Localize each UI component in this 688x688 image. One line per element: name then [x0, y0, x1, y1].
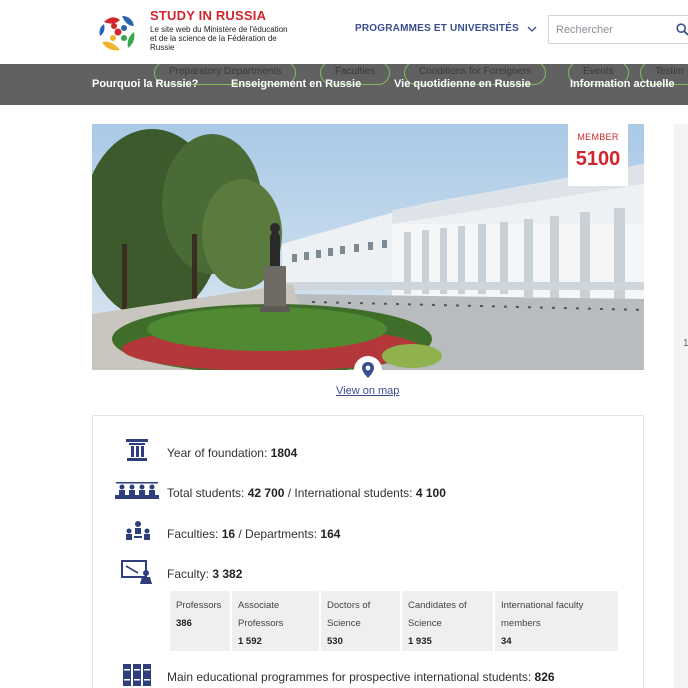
column-pillar-icon [126, 439, 148, 461]
stat-main-programmes: Main educational programmes for prospect… [167, 670, 555, 684]
nav-programmes-label: PROGRAMMES ET UNIVERSITÉS [355, 23, 519, 34]
faculties-people-icon [126, 521, 150, 540]
students-group-icon [115, 482, 159, 499]
stat-year-of-foundation: Year of foundation: 1804 [167, 446, 298, 460]
main-menubar: Preparatory Departments Faculties Condit… [0, 64, 688, 105]
faculty-cell-professors: Professors 386 [170, 591, 230, 651]
right-sidebar [674, 124, 688, 688]
map-pin[interactable] [354, 356, 382, 384]
study-in-russia-logo-icon[interactable] [94, 8, 142, 56]
search-box [548, 15, 688, 44]
member-5100-badge[interactable]: MEMBER 5100 [568, 124, 628, 186]
logo-title[interactable]: STUDY IN RUSSIA [150, 8, 266, 23]
member-label: MEMBER [577, 132, 619, 142]
member-number: 5100 [576, 148, 621, 170]
stat-faculties-departments: Faculties: 16 / Departments: 164 [167, 527, 341, 541]
faculty-cell-candidates-of-science: Candidates of Science 1 935 [402, 591, 493, 651]
menu-item-information-actuelle[interactable]: Information actuelle [570, 78, 675, 90]
faculty-cell-doctors-of-science: Doctors of Science 530 [321, 591, 400, 651]
stat-faculty-count: Faculty: 3 382 [167, 567, 243, 581]
menu-item-vie-quotidienne[interactable]: Vie quotidienne en Russie [394, 78, 531, 90]
search-icon[interactable] [676, 23, 688, 36]
logo-subtitle: Le site web du Ministère de l'éducation … [150, 25, 288, 52]
university-building-image [92, 124, 644, 370]
search-input[interactable] [549, 16, 669, 43]
university-photo: MEMBER 5100 [92, 124, 644, 370]
chevron-down-icon [527, 26, 537, 32]
menu-item-pourquoi-la-russie[interactable]: Pourquoi la Russie? [92, 78, 198, 90]
faculty-cell-associate-professors: Associate Professors 1 592 [232, 591, 319, 651]
map-pin-icon [362, 362, 374, 378]
books-icon [123, 664, 151, 686]
5100-logo-icon: 5100 [572, 146, 624, 170]
stat-total-students: Total students: 42 700 / International s… [167, 486, 446, 500]
teacher-board-icon [121, 560, 152, 584]
right-sidebar-number: 1 [683, 338, 688, 349]
faculty-cell-international-faculty: International faculty members 34 [495, 591, 618, 651]
menu-item-enseignement-en-russie[interactable]: Enseignement en Russie [231, 78, 361, 90]
site-header: STUDY IN RUSSIA Le site web du Ministère… [0, 0, 688, 64]
faculty-breakdown-table: Professors 386 Associate Professors 1 592 … [170, 591, 618, 651]
nav-programmes-dropdown[interactable]: PROGRAMMES ET UNIVERSITÉS [355, 23, 537, 34]
view-on-map-link[interactable]: View on map [336, 385, 399, 397]
